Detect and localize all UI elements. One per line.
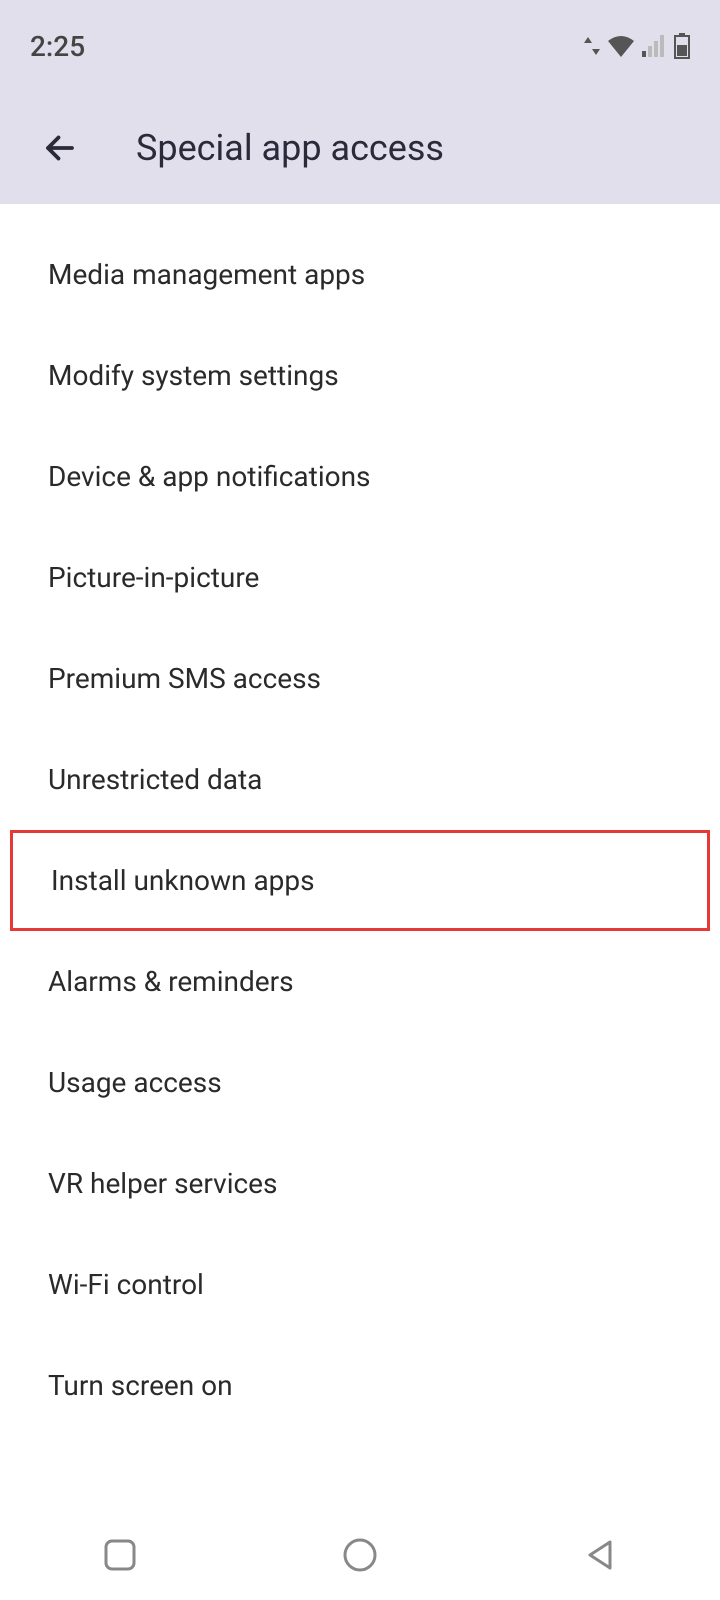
signal-icon <box>642 35 666 57</box>
setting-turn-screen-on[interactable]: Turn screen on <box>0 1335 720 1436</box>
circle-icon <box>342 1537 378 1573</box>
setting-install-unknown-apps[interactable]: Install unknown apps <box>10 830 710 931</box>
setting-modify-system-settings[interactable]: Modify system settings <box>0 325 720 426</box>
nav-home-button[interactable] <box>338 1533 382 1577</box>
setting-device-app-notifications[interactable]: Device & app notifications <box>0 426 720 527</box>
setting-vr-helper-services[interactable]: VR helper services <box>0 1133 720 1234</box>
wifi-icon <box>608 35 634 57</box>
square-icon <box>102 1537 138 1573</box>
header: Special app access <box>0 92 720 204</box>
setting-premium-sms-access[interactable]: Premium SMS access <box>0 628 720 729</box>
setting-picture-in-picture[interactable]: Picture-in-picture <box>0 527 720 628</box>
page-title: Special app access <box>136 127 444 169</box>
setting-wifi-control[interactable]: Wi-Fi control <box>0 1234 720 1335</box>
battery-icon <box>674 33 690 59</box>
nav-recent-button[interactable] <box>98 1533 142 1577</box>
status-icons <box>584 33 690 59</box>
setting-alarms-reminders[interactable]: Alarms & reminders <box>0 931 720 1032</box>
settings-list: Media management apps Modify system sett… <box>0 204 720 1436</box>
setting-unrestricted-data[interactable]: Unrestricted data <box>0 729 720 830</box>
setting-usage-access[interactable]: Usage access <box>0 1032 720 1133</box>
arrow-left-icon <box>42 130 78 166</box>
back-button[interactable] <box>40 128 80 168</box>
navigation-bar <box>0 1510 720 1600</box>
status-bar: 2:25 <box>0 0 720 92</box>
setting-media-management-apps[interactable]: Media management apps <box>0 224 720 325</box>
nav-back-button[interactable] <box>578 1533 622 1577</box>
status-time: 2:25 <box>30 30 85 63</box>
triangle-left-icon <box>582 1537 618 1573</box>
data-arrows-icon <box>584 35 600 57</box>
